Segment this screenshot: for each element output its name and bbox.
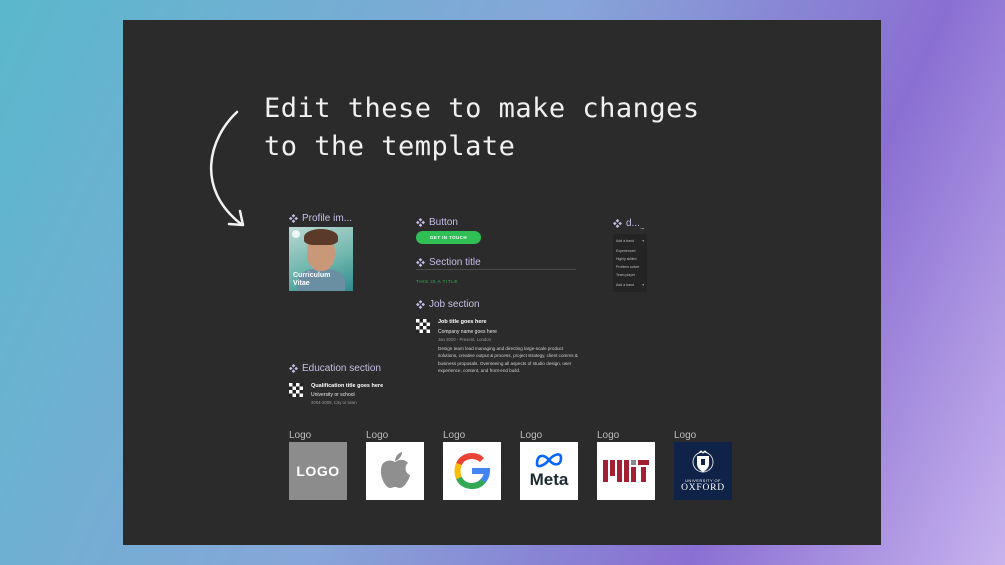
more-options-icon[interactable]: ... (640, 222, 645, 231)
mit-icon (603, 460, 649, 482)
job-component-title[interactable]: Job section (416, 299, 480, 310)
meta-infinity-icon (535, 453, 563, 468)
apple-icon (380, 452, 410, 488)
component-icon (613, 219, 622, 228)
meta-logo[interactable]: Meta (520, 442, 578, 500)
caret-icon: ▾ (642, 283, 644, 287)
profile-image[interactable]: Curriculum Vitae (289, 227, 353, 291)
logo-label: Logo (520, 430, 543, 441)
oxford-logo[interactable]: UNIVERSITY OF OXFORD (674, 442, 732, 500)
section-component-label: Section title (429, 257, 481, 268)
caret-icon: ▾ (642, 239, 644, 243)
logo-label: Logo (443, 430, 466, 441)
logo-label: Logo (366, 430, 389, 441)
mit-logo[interactable] (597, 442, 655, 500)
get-in-touch-button[interactable]: GET IN TOUCH (416, 231, 481, 244)
generic-logo[interactable]: LOGO (289, 442, 347, 500)
apple-logo[interactable] (366, 442, 424, 500)
component-icon (416, 258, 425, 267)
google-g-icon (454, 452, 491, 490)
meta-wordmark: Meta (529, 470, 569, 489)
education-component-label: Education section (302, 363, 381, 374)
education-meta: 2004-2008, City or town (311, 400, 357, 405)
badge-icon (292, 230, 300, 238)
button-component-label: Button (429, 217, 458, 228)
education-component-title[interactable]: Education section (289, 363, 381, 374)
logo-label: Logo (597, 430, 620, 441)
dropdown-item[interactable]: Problem solver (616, 265, 639, 269)
component-icon (289, 364, 298, 373)
generic-logo-text: LOGO (296, 463, 340, 479)
profile-component-label: Profile im... (302, 213, 353, 224)
portrait-hair (304, 229, 338, 245)
profile-card-text: Curriculum Vitae (293, 272, 331, 287)
dropdown-item[interactable]: Add a band (616, 283, 634, 287)
dropdown-item[interactable]: Add a band (616, 239, 634, 243)
job-logo-placeholder-icon (416, 319, 430, 333)
headline: Edit these to make changes to the templa… (264, 93, 700, 162)
oxford-crest-icon (692, 449, 714, 472)
job-meta: Jan 2020 - Present, London (438, 337, 492, 342)
job-description: Design team lead managing and directing … (438, 346, 578, 373)
dropdown-item[interactable]: Team player (616, 273, 635, 277)
profile-component-title[interactable]: Profile im... (289, 213, 352, 224)
dropdown-component-title[interactable]: d... (613, 218, 640, 229)
logo-label: Logo (289, 430, 312, 441)
component-icon (289, 214, 298, 223)
job-company: Company name goes here (438, 329, 497, 335)
curved-arrow-icon (209, 110, 245, 227)
component-icon (416, 218, 425, 227)
section-divider (416, 269, 576, 270)
logo-label: Logo (674, 430, 697, 441)
oxford-line2: OXFORD (681, 482, 725, 493)
dropdown-item[interactable]: Highly skilled (616, 257, 636, 261)
education-school: University or school (311, 392, 355, 398)
dropdown-component-label: d... (626, 218, 640, 229)
figma-canvas: Edit these to make changes to the templa… (123, 20, 881, 545)
job-component-label: Job section (429, 299, 480, 310)
google-logo[interactable] (443, 442, 501, 500)
education-logo-placeholder-icon (289, 383, 303, 397)
component-icon (416, 300, 425, 309)
button-component-title[interactable]: Button (416, 217, 458, 228)
section-sample-title[interactable]: THIS IS A TITLE (416, 279, 458, 284)
job-title: Job title goes here (438, 319, 487, 325)
dropdown-item[interactable]: Experienced (616, 249, 635, 253)
section-component-title[interactable]: Section title (416, 257, 481, 268)
skills-dropdown[interactable]: Add a band ▾ Experienced Highly skilled … (613, 234, 647, 292)
qualification-title: Qualification title goes here (311, 383, 384, 389)
